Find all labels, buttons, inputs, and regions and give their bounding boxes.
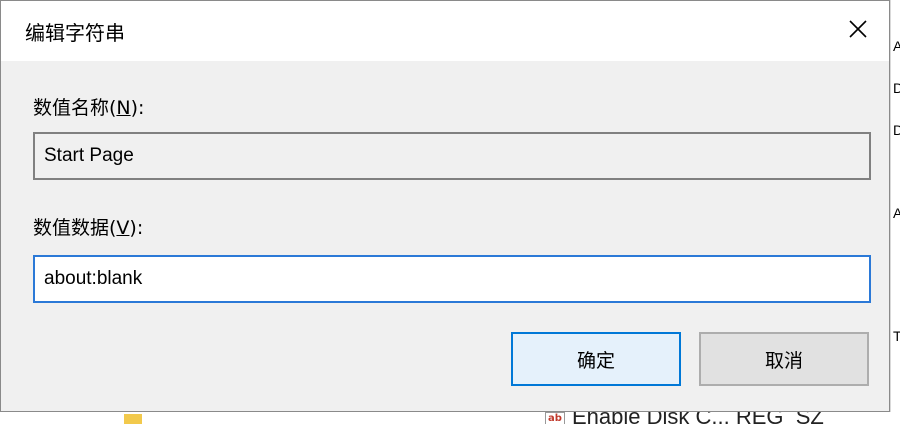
registry-string-icon: ab [545, 412, 565, 424]
folder-icon [124, 414, 142, 424]
value-data-field[interactable] [33, 255, 871, 303]
background-text-fragment: D [893, 122, 900, 138]
cancel-button[interactable]: 取消 [699, 332, 869, 386]
value-name-field[interactable] [33, 132, 871, 180]
dialog-title: 编辑字符串 [25, 21, 125, 45]
background-text-fragment: D [893, 80, 900, 96]
background-bottom-strip: ab Enable Disk C... REG_SZ [0, 412, 900, 424]
value-data-label-prefix: 数值数据( [33, 217, 117, 239]
value-data-label: 数值数据(V): [33, 213, 143, 240]
background-text-fragment: A [893, 38, 900, 54]
edit-string-dialog: 编辑字符串 数值名称(N): 数值数据(V): 确定 取消 [0, 0, 890, 412]
dialog-titlebar: 编辑字符串 [1, 1, 889, 61]
close-icon [849, 20, 867, 38]
value-name-label: 数值名称(N): [33, 93, 144, 120]
value-name-label-suffix: ): [130, 97, 145, 119]
value-data-label-suffix: ): [129, 217, 144, 239]
background-text-fragment: T [893, 328, 900, 344]
background-right-strip: A D D A T [890, 0, 900, 424]
ok-button[interactable]: 确定 [511, 332, 681, 386]
value-name-accelerator: N [116, 97, 131, 119]
close-button[interactable] [827, 1, 889, 57]
background-registry-row-text: Enable Disk C... REG_SZ [572, 412, 824, 424]
background-text-fragment: A [893, 205, 900, 221]
value-name-label-prefix: 数值名称( [33, 97, 117, 119]
value-data-accelerator: V [116, 217, 130, 239]
